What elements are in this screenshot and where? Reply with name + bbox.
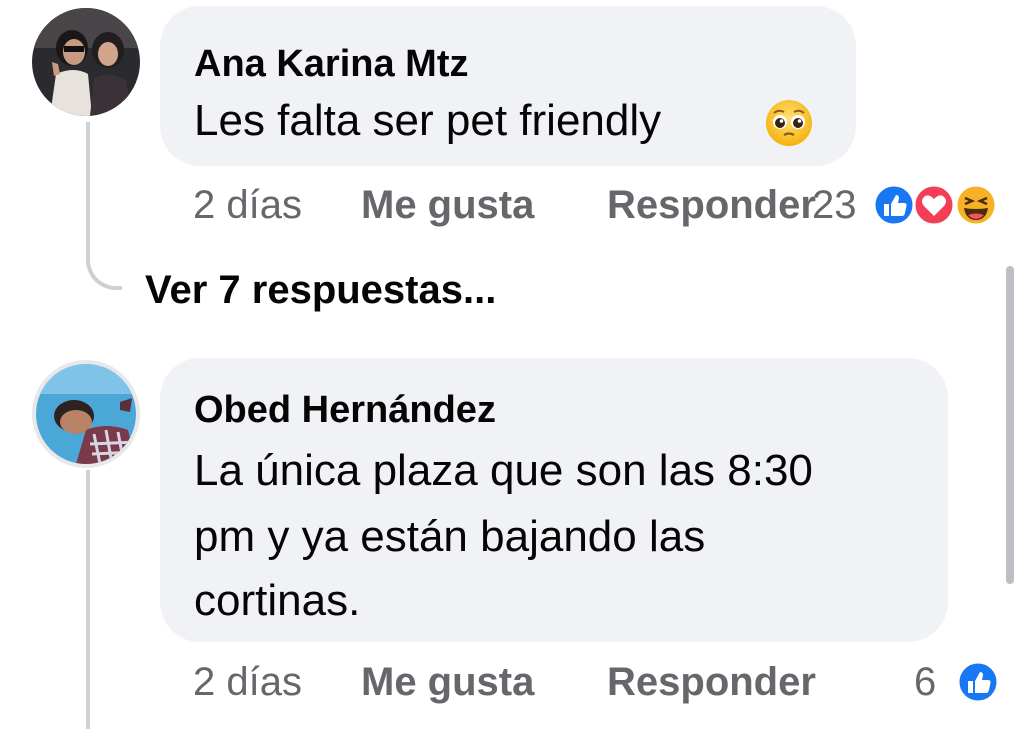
like-button[interactable]: Me gusta — [361, 181, 534, 229]
comment-actions: 2 días Me gusta Responder — [193, 658, 873, 706]
avatar[interactable] — [32, 8, 140, 116]
comment-actions: 2 días Me gusta Responder — [193, 181, 873, 229]
reply-button[interactable]: Responder — [607, 658, 816, 706]
avatar[interactable] — [32, 360, 140, 468]
like-reaction-icon[interactable] — [872, 183, 916, 227]
reply-button[interactable]: Responder — [607, 181, 816, 229]
comment-text-line: cortinas. — [194, 576, 361, 625]
comment-bubble: Obed Hernández La única plaza que son la… — [160, 358, 948, 642]
comment-author[interactable]: Ana Karina Mtz — [194, 42, 468, 86]
reaction-count[interactable]: 23 — [812, 181, 857, 229]
love-reaction-icon[interactable] — [912, 183, 956, 227]
haha-reaction-icon[interactable] — [954, 183, 998, 227]
view-replies-link[interactable]: Ver 7 respuestas... — [145, 266, 496, 314]
comment-text: Les falta ser pet friendly — [194, 96, 662, 145]
pleading-face-emoji-icon — [764, 98, 814, 148]
reaction-count[interactable]: 6 — [914, 658, 936, 706]
comment-author[interactable]: Obed Hernández — [194, 388, 496, 432]
thread-connector-line — [86, 470, 90, 729]
comment-timestamp[interactable]: 2 días — [193, 658, 302, 706]
scrollbar[interactable] — [1006, 266, 1014, 584]
like-reaction-icon[interactable] — [956, 660, 1000, 704]
comment-text-line: La única plaza que son las 8:30 — [194, 446, 813, 495]
like-button[interactable]: Me gusta — [361, 658, 534, 706]
comment-text-line: pm y ya están bajando las — [194, 512, 706, 561]
thread-connector-curve — [86, 230, 122, 290]
comment-timestamp[interactable]: 2 días — [193, 181, 302, 229]
comment-bubble: Ana Karina Mtz Les falta ser pet friendl… — [160, 6, 856, 166]
